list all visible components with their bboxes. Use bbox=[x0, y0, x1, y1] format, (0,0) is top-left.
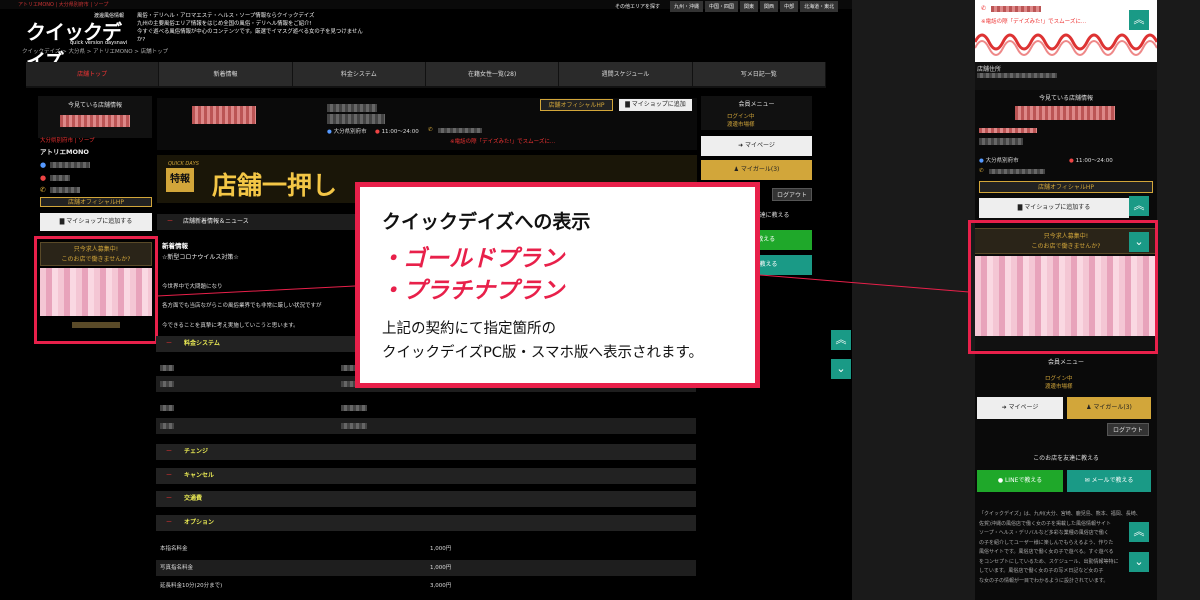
callout-plan-gold: ・ゴールドプラン bbox=[380, 246, 564, 272]
callout-title: クイックデイズへの表示 bbox=[382, 211, 591, 233]
callout-desc-line2: クイックデイズPC版・スマホ版へ表示されます。 bbox=[382, 345, 704, 361]
connector-line-right bbox=[759, 274, 970, 293]
explanation-callout: クイックデイズへの表示 ・ゴールドプラン ・プラチナプラン 上記の契約にて指定箇… bbox=[355, 182, 760, 388]
callout-plan-platinum: ・プラチナプラン bbox=[380, 278, 564, 304]
callout-desc-line1: 上記の契約にて指定箇所の bbox=[382, 321, 556, 337]
connector-line-left bbox=[156, 285, 356, 297]
